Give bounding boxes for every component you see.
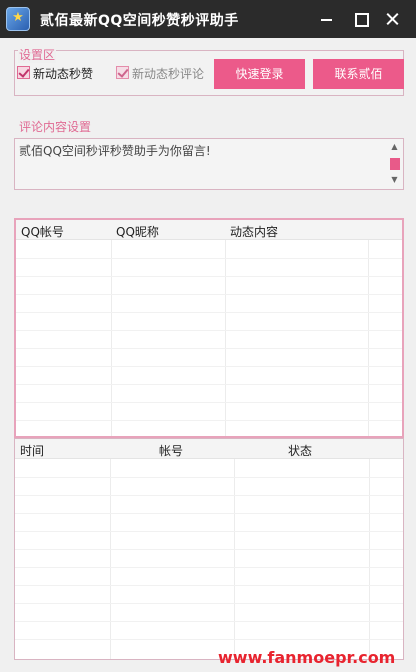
close-button[interactable] — [384, 11, 402, 27]
comment-text: 贰佰QQ空间秒评秒赞助手为你留言! — [19, 144, 211, 158]
row-divider — [15, 621, 403, 622]
row-divider — [15, 603, 403, 604]
maximize-button[interactable] — [352, 11, 370, 27]
scroll-down-arrow-icon[interactable]: ▼ — [388, 175, 401, 185]
row-divider — [16, 330, 402, 331]
scroll-up-arrow-icon[interactable]: ▲ — [388, 142, 401, 152]
row-divider — [16, 402, 402, 403]
row-divider — [15, 477, 403, 478]
row-divider — [16, 258, 402, 259]
like-checkbox-label: 新动态秒赞 — [33, 67, 94, 81]
column-divider — [368, 240, 369, 436]
comment-settings-label: 评论内容设置 — [18, 118, 93, 135]
row-divider — [16, 384, 402, 385]
column-divider — [369, 459, 370, 659]
quick-login-button[interactable]: 快速登录 — [214, 59, 305, 89]
app-icon: ★ — [6, 7, 30, 31]
column-divider — [234, 459, 235, 659]
comment-textarea[interactable]: 贰佰QQ空间秒评秒赞助手为你留言! ▲ ▼ — [14, 138, 404, 190]
checkbox-checked-icon — [17, 66, 30, 79]
row-divider — [15, 585, 403, 586]
title-bar: ★ 贰佰最新QQ空间秒赞秒评助手 — [0, 0, 416, 38]
dynamics-table-header: QQ帐号 QQ昵称 动态内容 — [16, 220, 402, 240]
settings-group-label: 设置区 — [18, 46, 57, 63]
log-table-header: 时间 帐号 状态 — [15, 439, 403, 459]
row-divider — [16, 294, 402, 295]
watermark: www.fanmoepr.com — [218, 648, 396, 667]
row-divider — [16, 276, 402, 277]
row-divider — [16, 366, 402, 367]
row-divider — [15, 531, 403, 532]
dynamics-table[interactable]: QQ帐号 QQ昵称 动态内容 — [14, 218, 404, 438]
row-divider — [15, 567, 403, 568]
row-divider — [16, 420, 402, 421]
column-header[interactable]: QQ昵称 — [116, 223, 159, 240]
column-divider — [225, 240, 226, 436]
scrollbar-thumb[interactable] — [390, 158, 400, 170]
window-title: 贰佰最新QQ空间秒赞秒评助手 — [40, 13, 239, 29]
contact-button[interactable]: 联系贰佰 — [313, 59, 404, 89]
comment-checkbox-label: 新动态秒评论 — [132, 67, 205, 81]
checkbox-checked-icon — [116, 66, 129, 79]
minimize-button[interactable] — [318, 11, 336, 27]
column-header[interactable]: 状态 — [288, 442, 312, 459]
log-table[interactable]: 时间 帐号 状态 — [14, 438, 404, 660]
column-divider — [111, 240, 112, 436]
column-header[interactable]: QQ帐号 — [21, 223, 64, 240]
row-divider — [15, 549, 403, 550]
row-divider — [15, 495, 403, 496]
row-divider — [16, 312, 402, 313]
column-header[interactable]: 帐号 — [159, 442, 183, 459]
column-header[interactable]: 动态内容 — [230, 223, 278, 240]
column-divider — [110, 459, 111, 659]
row-divider — [15, 639, 403, 640]
row-divider — [15, 513, 403, 514]
column-header[interactable]: 时间 — [20, 442, 44, 459]
row-divider — [16, 348, 402, 349]
